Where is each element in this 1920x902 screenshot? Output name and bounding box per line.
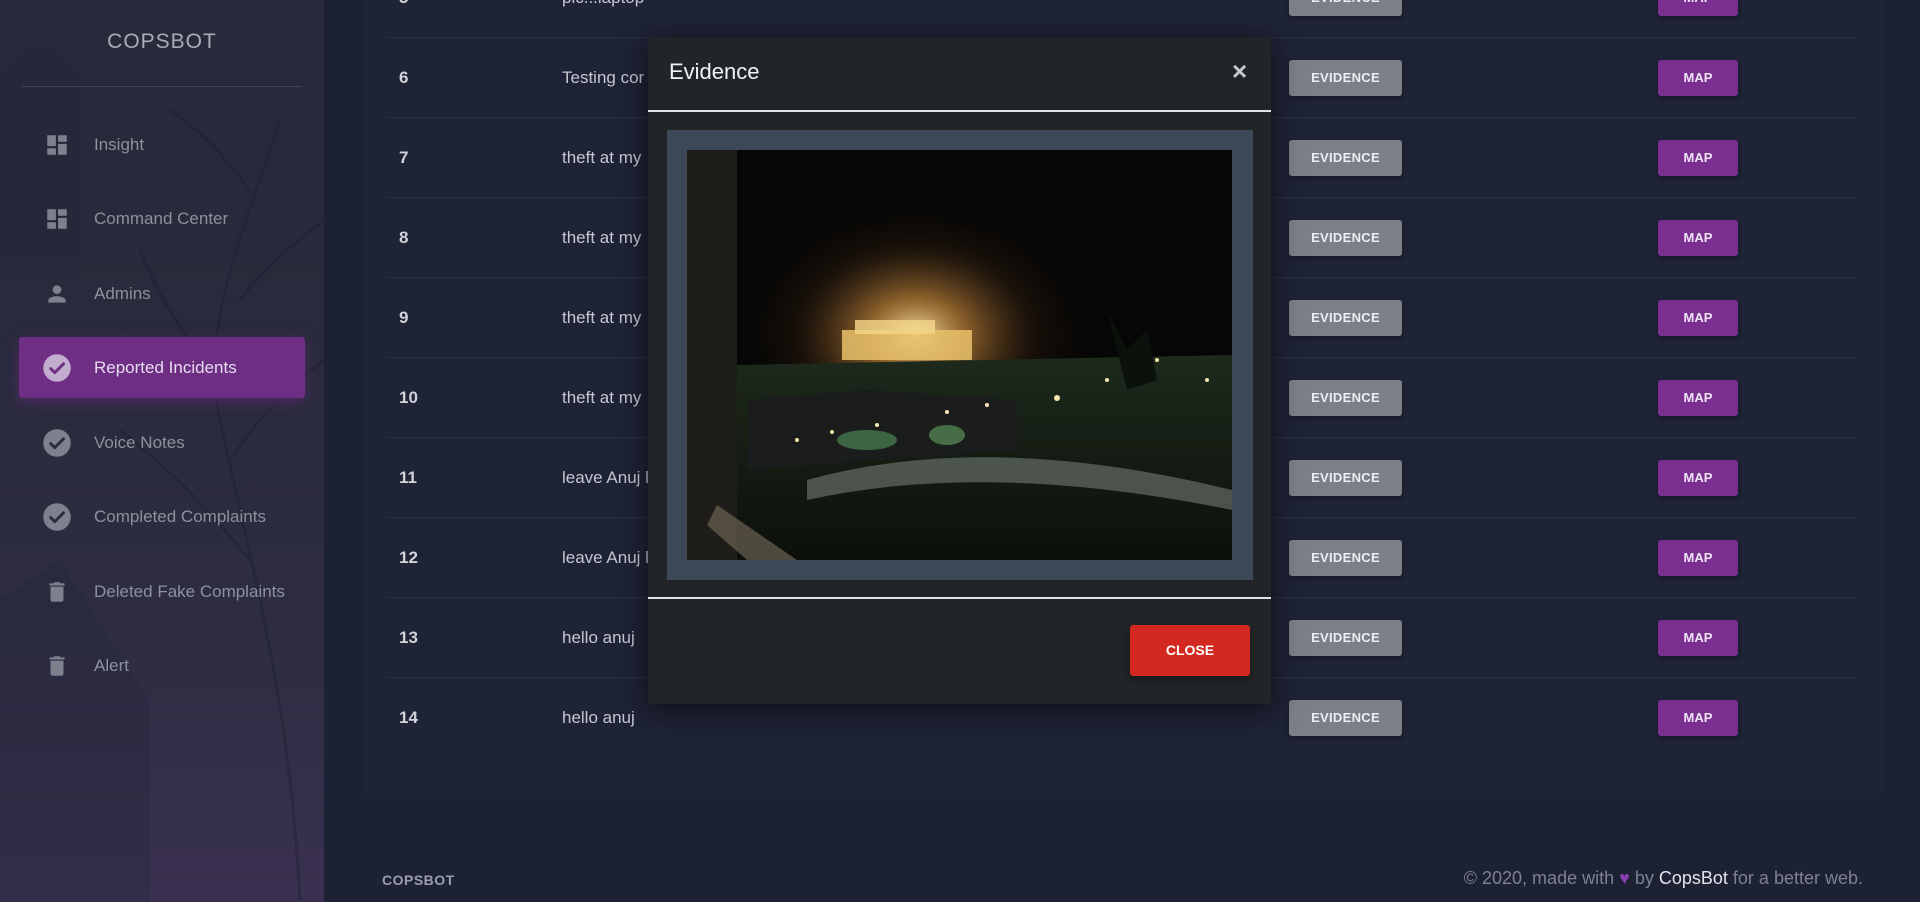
row-number: 14 <box>399 708 418 727</box>
evidence-button[interactable]: EVIDENCE <box>1289 0 1402 16</box>
sidebar-item-label: Alert <box>94 655 129 675</box>
row-number: 12 <box>399 548 418 567</box>
footer-copsbot-link[interactable]: CopsBot <box>1659 868 1728 888</box>
sidebar-item-admins[interactable]: Admins <box>19 263 305 324</box>
row-number: 13 <box>399 628 418 647</box>
brand-divider <box>22 86 302 87</box>
person-icon <box>39 276 75 312</box>
evidence-button[interactable]: EVIDENCE <box>1289 140 1402 176</box>
sidebar-item-label: Voice Notes <box>94 432 185 452</box>
sidebar-item-label: Insight <box>94 134 145 154</box>
row-number: 6 <box>399 68 409 87</box>
brand-title[interactable]: COPSBOT <box>0 30 324 54</box>
sidebar-item-alert[interactable]: Alert <box>19 635 305 696</box>
sidebar-item-command-center[interactable]: Command Center <box>19 188 305 249</box>
check-circle-icon <box>39 425 75 461</box>
footer-brand[interactable]: COPSBOT <box>382 872 455 888</box>
sidebar-item-reported-incidents[interactable]: Reported Incidents <box>19 337 305 398</box>
footer-copyright: © 2020, made with ♥ by CopsBot for a bet… <box>1464 868 1863 889</box>
evidence-button[interactable]: EVIDENCE <box>1289 540 1402 576</box>
sidebar-item-label: Admins <box>94 283 151 303</box>
dashboard-icon <box>39 201 75 237</box>
modal-title: Evidence <box>669 59 760 84</box>
map-button[interactable]: MAP <box>1658 380 1738 416</box>
row-description: theft at my <box>562 228 642 247</box>
footer-by: by <box>1634 868 1654 888</box>
sidebar: COPSBOT Insight Command Center Admins Re… <box>0 0 324 902</box>
row-number: 11 <box>399 468 417 487</box>
sidebar-item-deleted-fake-complaints[interactable]: Deleted Fake Complaints <box>19 561 305 622</box>
sidebar-item-completed-complaints[interactable]: Completed Complaints <box>19 486 305 547</box>
evidence-image <box>687 150 1232 560</box>
sidebar-item-voice-notes[interactable]: Voice Notes <box>19 412 305 473</box>
table-row: 5 pic...laptop EVIDENCE MAP <box>387 0 1857 38</box>
row-description: theft at my <box>562 148 642 167</box>
map-button[interactable]: MAP <box>1658 300 1738 336</box>
row-number: 10 <box>399 388 418 407</box>
sidebar-item-label: Reported Incidents <box>94 357 237 377</box>
map-button[interactable]: MAP <box>1658 540 1738 576</box>
sidebar-item-label: Command Center <box>94 208 229 228</box>
heart-icon: ♥ <box>1619 868 1630 888</box>
map-button[interactable]: MAP <box>1658 0 1738 16</box>
evidence-button[interactable]: EVIDENCE <box>1289 700 1402 736</box>
check-circle-icon <box>39 499 75 535</box>
map-button[interactable]: MAP <box>1658 700 1738 736</box>
row-description: theft at my <box>562 308 642 327</box>
map-button[interactable]: MAP <box>1658 60 1738 96</box>
sidebar-item-label: Completed Complaints <box>94 506 266 526</box>
close-button[interactable]: CLOSE <box>1130 625 1250 676</box>
close-icon[interactable]: × <box>1232 56 1247 86</box>
row-number: 9 <box>399 308 409 327</box>
modal-divider <box>648 110 1271 112</box>
sidebar-item-insight[interactable]: Insight <box>19 114 305 175</box>
row-number: 8 <box>399 228 409 247</box>
row-description: leave Anuj l <box>562 548 649 567</box>
footer-copy-prefix: © 2020, made with <box>1463 868 1615 888</box>
row-number: 5 <box>399 0 408 38</box>
map-button[interactable]: MAP <box>1658 460 1738 496</box>
evidence-button[interactable]: EVIDENCE <box>1289 380 1402 416</box>
evidence-modal: Evidence × CLOSE <box>648 37 1271 704</box>
row-description: theft at my <box>562 388 642 407</box>
evidence-button[interactable]: EVIDENCE <box>1289 300 1402 336</box>
trash-icon <box>39 574 75 610</box>
map-button[interactable]: MAP <box>1658 220 1738 256</box>
row-number: 7 <box>399 148 409 167</box>
evidence-button[interactable]: EVIDENCE <box>1289 220 1402 256</box>
row-description: Testing cor <box>562 68 645 87</box>
evidence-button[interactable]: EVIDENCE <box>1289 620 1402 656</box>
trash-icon <box>39 648 75 684</box>
row-description: hello anuj <box>562 628 635 647</box>
row-description: pic...laptop <box>562 0 644 38</box>
row-description: hello anuj <box>562 708 635 727</box>
evidence-button[interactable]: EVIDENCE <box>1289 60 1402 96</box>
sidebar-item-label: Deleted Fake Complaints <box>94 581 285 601</box>
map-button[interactable]: MAP <box>1658 140 1738 176</box>
map-button[interactable]: MAP <box>1658 620 1738 656</box>
dashboard-icon <box>39 127 75 163</box>
modal-divider <box>648 597 1271 599</box>
evidence-button[interactable]: EVIDENCE <box>1289 460 1402 496</box>
check-circle-icon <box>39 350 75 386</box>
footer-copy-suffix: for a better web. <box>1732 868 1863 888</box>
row-description: leave Anuj l <box>562 468 649 487</box>
